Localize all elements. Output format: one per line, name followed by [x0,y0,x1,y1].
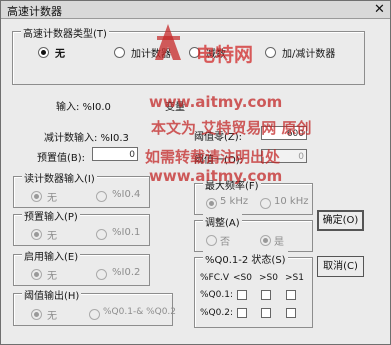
status-header-s1-gt: >S1 [285,273,304,283]
status-header-s0-gt: >S0 [259,273,278,283]
watermark-brand: 电特网 [196,44,254,66]
type-updown-label: 加/减计数器 [282,49,336,60]
read-none-radio[interactable] [31,191,42,202]
counter-dialog: 高速计数器 ✕ 高速计数器类型(T) 无 加计数器 减数 加/减计数器 输入: … [0,0,391,345]
adjust-no-label: 否 [220,237,230,248]
threshold-output-title: 阈值输出(H) [22,287,82,302]
counter-type-title: 高速计数器类型(T) [21,25,109,40]
status-q2-gt-s1-checkbox[interactable] [286,308,296,318]
enable-input-title: 启用输入(E) [22,248,81,263]
preset-label: 预置值(B): [37,153,86,164]
preset-input-title: 预置输入(P) [22,208,80,223]
status-row-q2-label: %Q0.2: [200,308,233,318]
freq-10k-radio[interactable] [260,198,271,209]
type-none-radio[interactable] [38,47,49,58]
max-freq-group: 最大频率(F) 5 kHz 10 kHz [194,177,313,215]
freq-5k-label: 5 kHz [220,196,249,207]
preset-io1-label: %I0.1 [112,227,141,238]
preset-input-group: 预置输入(P) 无 %I0.1 [13,208,150,246]
status-group: %Q0.1-2 状态(S) %FC.V <S0 >S0 >S1 %Q0.1: %… [194,251,313,328]
status-header-fcv: %FC.V [200,273,230,283]
watermark-url-2: www.aitmy.com [149,167,283,185]
adjust-yes-radio[interactable] [260,235,271,246]
read-counter-group: 读计数器输入(I) 无 %I0.4 [13,170,150,208]
adjust-title: 调整(A) [203,214,242,229]
watermark-url: www.aitmy.com [149,93,283,111]
status-row-q1-label: %Q0.1: [200,290,233,300]
status-q1-lt-s0-checkbox[interactable] [237,290,247,300]
threshold-out-none-label: 无 [47,311,57,322]
enable-io2-label: %I0.2 [112,267,141,278]
ok-button[interactable]: 确定(O) [317,210,364,231]
adjust-group: 调整(A) 否 是 [194,214,313,252]
preset-io1-radio[interactable] [96,229,107,240]
title-bar: 高速计数器 ✕ [1,1,390,19]
cancel-button[interactable]: 取消(C) [317,256,364,277]
watermark-line2: 如需转载请注明出处 [145,148,281,166]
enable-none-label: 无 [47,271,57,282]
freq-5k-radio[interactable] [206,198,217,209]
adjust-yes-label: 是 [274,237,284,248]
status-q1-gt-s0-checkbox[interactable] [261,290,271,300]
type-none-label: 无 [55,49,65,60]
type-up-radio[interactable] [114,47,125,58]
read-io4-label: %I0.4 [112,189,141,200]
window-title: 高速计数器 [7,5,62,18]
reduce-input-label: 减计数输入: %I0.3 [44,133,129,144]
watermark-line1: 本文为 艾特贸易网 原创 [151,119,312,137]
preset-value-input[interactable]: 0 [92,147,138,161]
threshold-output-group: 阈值输出(H) 无 %Q0.1-& %Q0.2 [13,287,177,326]
preset-none-radio[interactable] [31,229,42,240]
watermark-logo-icon [155,24,181,60]
threshold-out-q-label: %Q0.1-& %Q0.2 [103,307,177,317]
status-q2-gt-s0-checkbox[interactable] [261,308,271,318]
close-icon[interactable]: ✕ [372,2,387,17]
status-q1-gt-s1-checkbox[interactable] [286,290,296,300]
enable-none-radio[interactable] [31,269,42,280]
threshold-out-none-radio[interactable] [31,309,42,320]
preset-none-label: 无 [47,231,57,242]
read-io4-radio[interactable] [96,191,107,202]
threshold-out-q-radio[interactable] [89,309,100,320]
input-label: 输入: %I0.0 [56,102,111,113]
enable-input-group: 启用输入(E) 无 %I0.2 [13,248,150,286]
status-q2-lt-s0-checkbox[interactable] [237,308,247,318]
status-title: %Q0.1-2 状态(S) [203,251,288,266]
enable-io2-radio[interactable] [96,269,107,280]
freq-10k-label: 10 kHz [274,196,309,207]
adjust-no-radio[interactable] [206,235,217,246]
type-updown-radio[interactable] [265,47,276,58]
read-none-label: 无 [47,193,57,204]
read-counter-title: 读计数器输入(I) [22,170,97,185]
status-header-s0-lt: <S0 [233,273,252,283]
